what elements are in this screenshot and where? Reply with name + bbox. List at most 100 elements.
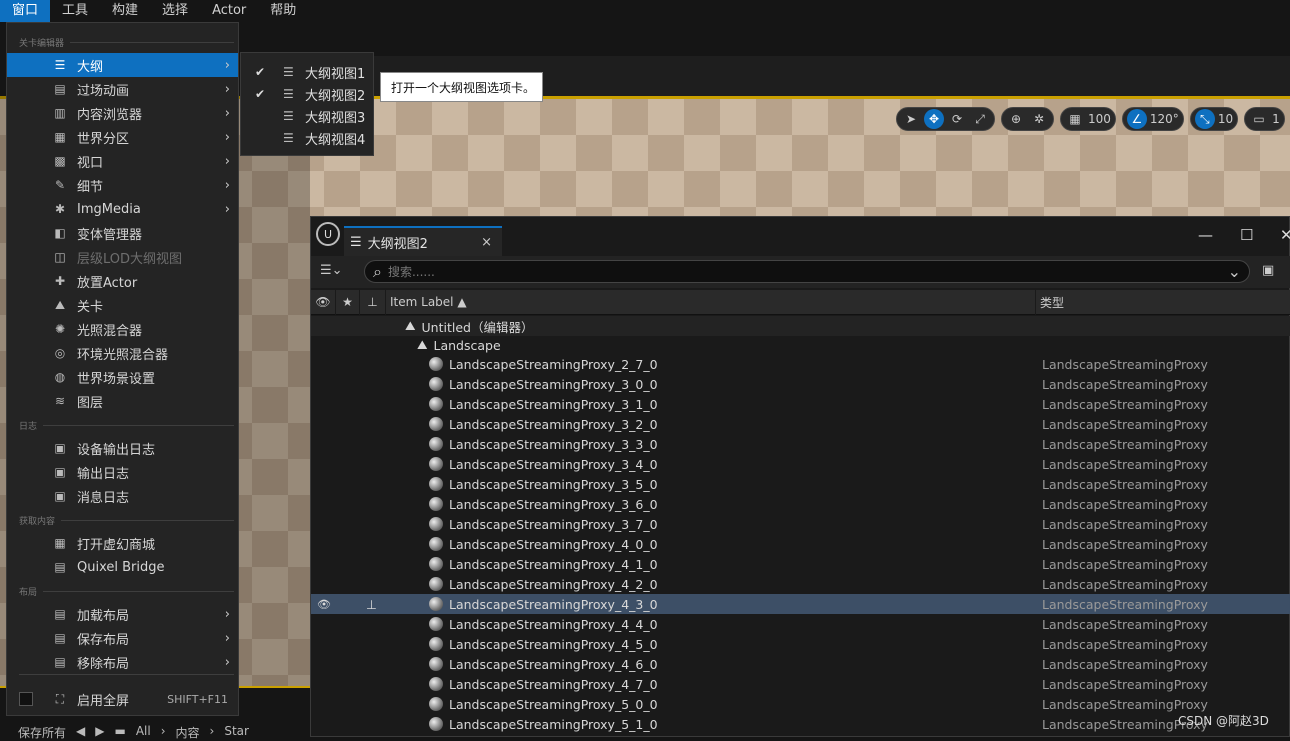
close-icon[interactable]: × <box>481 235 492 250</box>
menu-item-outliner[interactable]: ☰ 大纲 › <box>7 53 238 77</box>
search-input[interactable] <box>387 264 1222 279</box>
table-row[interactable]: LandscapeStreamingProxy_5_1_0 LandscapeSt… <box>311 714 1290 734</box>
world-icon[interactable]: ⊕ <box>1006 109 1026 129</box>
menu-item-place-actor[interactable]: ✚ 放置Actor <box>7 269 238 293</box>
crumb-all[interactable]: All <box>136 724 151 741</box>
submenu-label: 大纲视图4 <box>305 132 366 148</box>
menu-item-cinematics[interactable]: ▤ 过场动画 › <box>7 77 238 101</box>
menu-window[interactable]: 窗口 <box>0 0 51 22</box>
row-name: LandscapeStreamingProxy_3_5_0 <box>429 477 658 492</box>
scale-icon[interactable]: ⤢ <box>970 109 990 129</box>
menu-item-details[interactable]: ✎ 细节 › <box>7 173 238 197</box>
pin-icon[interactable]: ⊥ <box>366 597 377 612</box>
menu-item-viewport[interactable]: ▩ 视口 › <box>7 149 238 173</box>
menu-item-world-settings[interactable]: ◍ 世界场景设置 <box>7 365 238 389</box>
table-row[interactable]: LandscapeStreamingProxy_4_6_0 LandscapeSt… <box>311 654 1290 674</box>
row-name: LandscapeStreamingProxy_3_3_0 <box>429 437 658 452</box>
submenu-outliner-3[interactable]: ☰ 大纲视图3 <box>241 105 373 127</box>
section-level-editor: 关卡编辑器 <box>19 36 234 49</box>
row-type: LandscapeStreamingProxy <box>1042 476 1208 492</box>
eye-icon[interactable]: 👁 <box>311 289 336 315</box>
table-row[interactable]: LandscapeStreamingProxy_2_7_0 LandscapeSt… <box>311 354 1290 374</box>
table-row[interactable]: 👁 ⊥ LandscapeStreamingProxy_4_3_0 Landscape… <box>311 594 1290 614</box>
menu-tools[interactable]: 工具 <box>50 0 100 22</box>
add-folder-icon[interactable]: ▣ <box>1262 263 1274 278</box>
menu-item-imgmedia[interactable]: ✱ ImgMedia › <box>7 197 238 221</box>
menu-item-layers[interactable]: ≋ 图层 <box>7 389 238 413</box>
crumb-content[interactable]: 内容 <box>176 724 200 741</box>
menu-item-message-log[interactable]: ▣ 消息日志 <box>7 484 238 508</box>
menu-item-output-log[interactable]: ▣ 输出日志 <box>7 460 238 484</box>
menu-item-content-browser[interactable]: ▥ 内容浏览器 › <box>7 101 238 125</box>
forward-icon[interactable]: ▶ <box>95 724 104 741</box>
chevron-down-icon[interactable]: ⌄ <box>1228 262 1241 281</box>
chevron-right-icon: › <box>224 606 230 622</box>
fullscreen-item[interactable]: ⛶ 启用全屏 SHIFT+F11 <box>7 687 238 711</box>
minimize-icon[interactable]: — <box>1198 226 1213 244</box>
back-icon[interactable]: ◀ <box>76 724 85 741</box>
rotate-icon[interactable]: ⟳ <box>947 109 967 129</box>
row-name: LandscapeStreamingProxy_4_2_0 <box>429 577 658 592</box>
menu-item-bridge[interactable]: ▤ Quixel Bridge <box>7 555 238 579</box>
close-window-icon[interactable]: ✕ <box>1280 226 1290 244</box>
table-row[interactable]: LandscapeStreamingProxy_4_7_0 LandscapeSt… <box>311 674 1290 694</box>
menu-item-world-partition[interactable]: ▦ 世界分区 › <box>7 125 238 149</box>
submenu-outliner-1[interactable]: ✔ ☰ 大纲视图1 <box>241 61 373 83</box>
table-row[interactable]: LandscapeStreamingProxy_3_2_0 LandscapeSt… <box>311 414 1290 434</box>
table-row[interactable]: LandscapeStreamingProxy_4_2_0 LandscapeSt… <box>311 574 1290 594</box>
row-type: LandscapeStreamingProxy <box>1042 356 1208 372</box>
table-row[interactable]: LandscapeStreamingProxy_5_0_0 LandscapeSt… <box>311 694 1290 714</box>
star-icon[interactable]: ★ <box>336 289 360 315</box>
table-row[interactable]: LandscapeStreamingProxy_3_4_0 LandscapeSt… <box>311 454 1290 474</box>
move-icon[interactable]: ✥ <box>924 109 944 129</box>
menu-item-save-layout[interactable]: ▤ 保存布局 › <box>7 626 238 650</box>
camera-speed[interactable]: ▭ 1 <box>1244 107 1285 131</box>
table-row[interactable]: LandscapeStreamingProxy_4_1_0 LandscapeSt… <box>311 554 1290 574</box>
eye-icon[interactable]: 👁 <box>317 598 331 611</box>
table-row[interactable]: LandscapeStreamingProxy_3_3_0 LandscapeSt… <box>311 434 1290 454</box>
table-row[interactable]: LandscapeStreamingProxy_3_6_0 LandscapeSt… <box>311 494 1290 514</box>
menu-item-remove-layout[interactable]: ▤ 移除布局 › <box>7 650 238 674</box>
menu-item-marketplace[interactable]: ▦ 打开虚幻商城 <box>7 531 238 555</box>
menu-actor[interactable]: Actor <box>200 0 258 22</box>
save-all-button[interactable]: 保存所有 <box>18 724 66 741</box>
filter-icon[interactable]: ☰⌄ <box>320 263 343 278</box>
row-type: LandscapeStreamingProxy <box>1042 536 1208 552</box>
grid-snap[interactable]: ▦ 100 <box>1060 107 1116 131</box>
table-row[interactable]: LandscapeStreamingProxy_3_5_0 LandscapeSt… <box>311 474 1290 494</box>
outliner-search[interactable]: ⌕ ⌄ <box>364 260 1250 283</box>
menu-item-device-log[interactable]: ▣ 设备输出日志 <box>7 436 238 460</box>
menu-select[interactable]: 选择 <box>150 0 200 22</box>
world-row[interactable]: ⛰ Untitled（编辑器） <box>311 316 1290 336</box>
table-row[interactable]: LandscapeStreamingProxy_4_4_0 LandscapeSt… <box>311 614 1290 634</box>
landscape-proxy-icon <box>429 477 443 491</box>
surface-snap-icon[interactable]: ✲ <box>1029 109 1049 129</box>
submenu-outliner-2[interactable]: ✔ ☰ 大纲视图2 <box>241 83 373 105</box>
menu-item-label: 消息日志 <box>77 490 130 506</box>
menu-help[interactable]: 帮助 <box>258 0 308 22</box>
table-row[interactable]: LandscapeStreamingProxy_4_5_0 LandscapeSt… <box>311 634 1290 654</box>
table-row[interactable]: LandscapeStreamingProxy_3_7_0 LandscapeSt… <box>311 514 1290 534</box>
col-type[interactable]: 类型 <box>1036 290 1290 315</box>
col-item-label[interactable]: Item Label ▲ <box>386 289 1036 315</box>
menu-item-load-layout[interactable]: ▤ 加载布局 › <box>7 602 238 626</box>
tab-outliner-2[interactable]: ☰ 大纲视图2 × <box>344 226 502 256</box>
maximize-icon[interactable]: ☐ <box>1240 226 1253 244</box>
submenu-outliner-4[interactable]: ☰ 大纲视图4 <box>241 127 373 149</box>
angle-snap[interactable]: ∠ 120° <box>1121 107 1184 131</box>
scale-snap[interactable]: ⤡ 10 <box>1189 107 1239 131</box>
table-row[interactable]: LandscapeStreamingProxy_4_0_0 LandscapeSt… <box>311 534 1290 554</box>
table-row[interactable]: LandscapeStreamingProxy_3_0_0 LandscapeSt… <box>311 374 1290 394</box>
fullscreen-checkbox[interactable] <box>19 692 33 706</box>
select-icon[interactable]: ➤ <box>901 109 921 129</box>
menu-item-env-light-mixer[interactable]: ◎ 环境光照混合器 <box>7 341 238 365</box>
menu-build[interactable]: 构建 <box>100 0 150 22</box>
table-row[interactable]: LandscapeStreamingProxy_3_1_0 LandscapeSt… <box>311 394 1290 414</box>
pin-icon[interactable]: ⊥ <box>360 289 386 315</box>
menu-item-light-mixer[interactable]: ✺ 光照混合器 <box>7 317 238 341</box>
menu-item-variant[interactable]: ◧ 变体管理器 <box>7 221 238 245</box>
crumb-star[interactable]: Star <box>224 724 249 741</box>
chevron-right-icon: › <box>224 81 230 97</box>
landscape-row[interactable]: ⛰ Landscape <box>311 336 1290 354</box>
menu-item-levels[interactable]: ⛰ 关卡 <box>7 293 238 317</box>
